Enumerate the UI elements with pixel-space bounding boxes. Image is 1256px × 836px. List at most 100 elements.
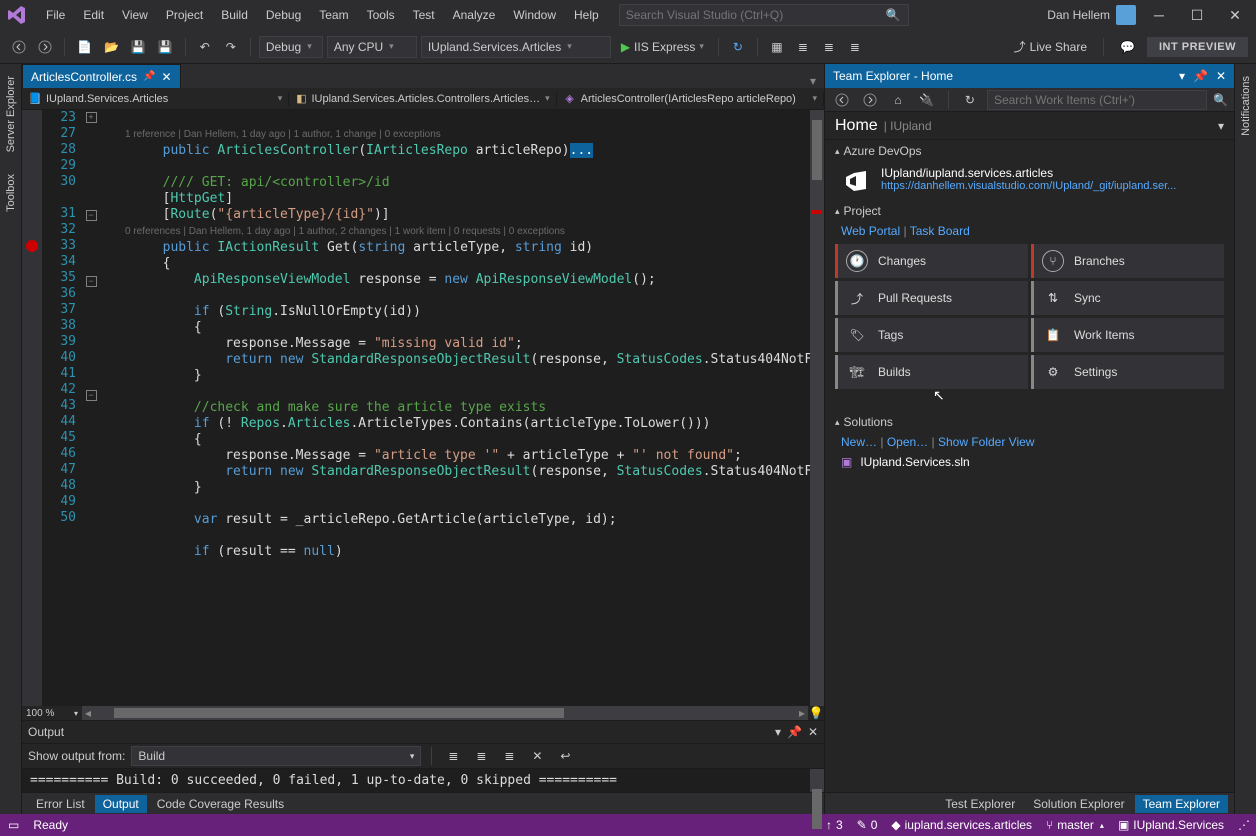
menu-test[interactable]: Test [405,4,443,26]
notifications-tab[interactable]: Notifications [1238,68,1254,144]
output-btn2[interactable]: ≣ [470,745,492,767]
tab-code-coverage[interactable]: Code Coverage Results [149,795,292,813]
code-editor[interactable]: 2327282930 31323334353637383940414243444… [22,110,824,706]
new-project-button[interactable]: 📄 [73,36,96,58]
te-open-sln-link[interactable]: Open… [887,435,928,449]
pin-icon[interactable]: 📌 [143,71,155,82]
save-all-button[interactable]: 💾 [154,36,177,58]
undo-button[interactable]: ↶ [194,36,216,58]
te-home-button[interactable]: ⌂ [887,89,909,111]
fold-plus-icon[interactable]: + [86,112,97,123]
te-pin-icon[interactable]: 📌 [1193,69,1208,83]
te-solution-row[interactable]: ▣ IUpland.Services.sln [825,451,1234,473]
tab-team-explorer[interactable]: Team Explorer [1135,795,1228,813]
output-pin-icon[interactable]: 📌 [787,725,802,739]
open-file-button[interactable]: 📂 [100,36,123,58]
run-iis-button[interactable]: ▶IIS Express▾ [615,40,710,54]
outlining-gutter[interactable]: + − − − [82,110,100,706]
search-icon[interactable]: 🔍 [1213,93,1228,107]
tile-sync[interactable]: ⇅Sync [1031,281,1224,315]
output-dropdown-icon[interactable]: ▾ [775,725,781,739]
te-repo-row[interactable]: IUpland/iupland.services.articles https:… [825,162,1234,200]
te-back-button[interactable] [831,89,853,111]
nav-project-combo[interactable]: 📘 IUpland.Services.Articles▾ [22,92,289,106]
quick-launch[interactable]: 🔍 [619,4,909,26]
status-pending[interactable]: ✎0 [857,818,878,832]
tb-misc3[interactable]: ≣ [818,36,840,58]
nav-class-combo[interactable]: ◧ IUpland.Services.Articles.Controllers.… [289,92,556,106]
breakpoint-gutter[interactable] [22,110,42,706]
te-refresh-button[interactable]: ↻ [959,89,981,111]
tile-settings[interactable]: ⚙Settings [1031,355,1224,389]
tb-misc1[interactable]: ▦ [766,36,788,58]
fold-minus-icon[interactable]: − [86,210,97,221]
tab-error-list[interactable]: Error List [28,795,93,813]
te-search[interactable] [987,90,1207,110]
menu-team[interactable]: Team [311,4,356,26]
menu-window[interactable]: Window [505,4,564,26]
close-icon[interactable]: ✕ [161,70,171,84]
editor-vscrollbar[interactable] [810,110,824,706]
editor-hscrollbar[interactable]: ◂▸ [82,706,808,720]
tab-test-explorer[interactable]: Test Explorer [937,795,1023,813]
te-azuredevops-header[interactable]: ▴Azure DevOps [825,140,1234,162]
tile-branches[interactable]: ⑂Branches [1031,244,1224,278]
te-close-icon[interactable]: ✕ [1216,69,1226,83]
output-btn3[interactable]: ≣ [498,745,520,767]
lightbulb-icon[interactable]: 💡 [808,706,824,720]
te-bc-dropdown[interactable]: ▾ [1218,119,1224,133]
tile-tags[interactable]: 🏷Tags [835,318,1028,352]
tile-builds[interactable]: 🏗Builds [835,355,1028,389]
status-tray-icon[interactable]: ▭ [8,818,19,832]
menu-project[interactable]: Project [158,4,211,26]
output-wrap-button[interactable]: ↩ [554,745,576,767]
menu-edit[interactable]: Edit [75,4,112,26]
solution-platform-dropdown[interactable]: Any CPU▾ [327,36,417,58]
redo-button[interactable]: ↷ [220,36,242,58]
status-solution[interactable]: ▣IUpland.Services [1118,818,1224,832]
minimize-button[interactable]: ─ [1144,4,1174,26]
tile-changes[interactable]: 🕐Changes [835,244,1028,278]
output-btn1[interactable]: ≣ [442,745,464,767]
output-close-icon[interactable]: ✕ [808,725,818,739]
menu-help[interactable]: Help [566,4,607,26]
menu-analyze[interactable]: Analyze [445,4,504,26]
save-button[interactable]: 💾 [127,36,150,58]
tab-output[interactable]: Output [95,795,147,813]
doc-tab-articlescontroller[interactable]: ArticlesController.cs 📌 ✕ [22,64,181,88]
server-explorer-tab[interactable]: Server Explorer [3,68,19,160]
status-repo[interactable]: ◆iupland.services.articles [891,818,1032,832]
menu-view[interactable]: View [114,4,156,26]
te-search-input[interactable] [994,93,1200,107]
quick-launch-input[interactable] [626,8,886,22]
te-task-board-link[interactable]: Task Board [910,224,970,238]
output-text[interactable]: ========== Build: 0 succeeded, 0 failed,… [22,769,824,792]
zoom-dropdown[interactable]: 100 %▾ [22,706,82,720]
te-fwd-button[interactable] [859,89,881,111]
te-solutions-header[interactable]: ▴Solutions [825,411,1234,433]
startup-project-dropdown[interactable]: IUpland.Services.Articles▾ [421,36,611,58]
doc-tab-overflow[interactable]: ▾ [802,74,824,88]
tab-solution-explorer[interactable]: Solution Explorer [1025,795,1132,813]
menu-tools[interactable]: Tools [359,4,403,26]
menu-file[interactable]: File [38,4,73,26]
output-source-dropdown[interactable]: Build▾ [131,746,421,766]
status-resize-grip[interactable]: ⋰ [1238,818,1248,832]
te-connect-button[interactable]: 🔌 [915,89,938,111]
output-clear-button[interactable]: ✕ [526,745,548,767]
code-body[interactable]: 1 reference | Dan Hellem, 1 day ago | 1 … [100,110,824,706]
output-vscrollbar[interactable] [810,769,824,792]
user-badge[interactable]: Dan Hellem [1047,5,1136,25]
live-share-button[interactable]: ⤴Live Share [1010,36,1091,58]
te-dropdown-icon[interactable]: ▾ [1179,69,1185,83]
nav-back-button[interactable] [8,36,30,58]
breakpoint-icon[interactable] [26,240,38,252]
status-branch[interactable]: ⑂master▴ [1046,818,1104,832]
nav-member-combo[interactable]: ◈ ArticlesController(IArticlesRepo artic… [557,92,824,106]
tile-work-items[interactable]: 📋Work Items [1031,318,1224,352]
toolbox-tab[interactable]: Toolbox [3,166,19,220]
nav-fwd-button[interactable] [34,36,56,58]
te-project-header[interactable]: ▴Project [825,200,1234,222]
te-new-sln-link[interactable]: New… [841,435,877,449]
status-unpushed[interactable]: ↑3 [826,818,843,832]
